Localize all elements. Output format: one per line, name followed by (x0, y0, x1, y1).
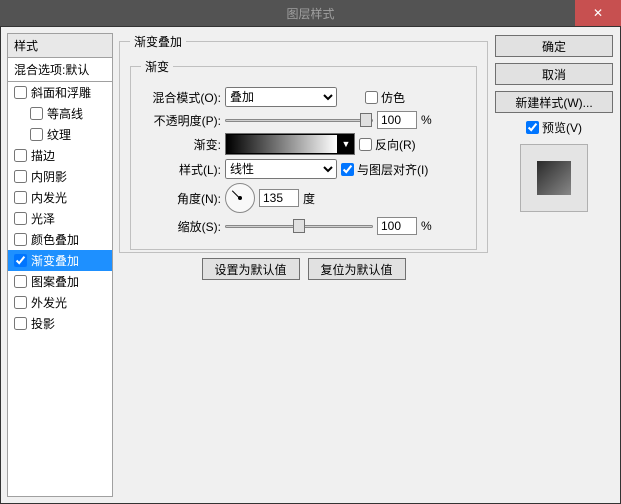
style-item-checkbox[interactable] (30, 128, 43, 141)
scale-label: 缩放(S): (141, 218, 221, 235)
scale-slider[interactable] (225, 225, 373, 228)
style-item-label: 图案叠加 (31, 273, 79, 290)
style-item-label: 斜面和浮雕 (31, 84, 91, 101)
style-item-checkbox[interactable] (14, 254, 27, 267)
styles-header[interactable]: 样式 (7, 33, 113, 58)
style-item-4[interactable]: 内阴影 (8, 166, 112, 187)
dither-checkbox[interactable]: 仿色 (365, 89, 405, 106)
blend-options-default[interactable]: 混合选项:默认 (7, 58, 113, 82)
opacity-slider[interactable] (225, 119, 373, 122)
style-select[interactable]: 线性 (225, 159, 337, 179)
style-item-label: 渐变叠加 (31, 252, 79, 269)
style-item-8[interactable]: 渐变叠加 (8, 250, 112, 271)
style-item-checkbox[interactable] (14, 170, 27, 183)
style-item-checkbox[interactable] (14, 149, 27, 162)
preview-box (520, 144, 588, 212)
angle-input[interactable] (259, 189, 299, 207)
cancel-button[interactable]: 取消 (495, 63, 613, 85)
preview-label: 预览(V) (542, 119, 582, 136)
close-icon: ✕ (593, 6, 603, 20)
close-button[interactable]: ✕ (575, 0, 621, 26)
percent-unit: % (421, 113, 432, 127)
style-item-5[interactable]: 内发光 (8, 187, 112, 208)
align-checkbox[interactable]: 与图层对齐(I) (341, 161, 428, 178)
dialog-body: 样式 混合选项:默认 斜面和浮雕等高线纹理描边内阴影内发光光泽颜色叠加渐变叠加图… (0, 26, 621, 504)
gradient-swatch (226, 134, 338, 154)
style-item-label: 外发光 (31, 294, 67, 311)
reset-default-button[interactable]: 复位为默认值 (308, 258, 406, 280)
style-item-label: 内发光 (31, 189, 67, 206)
style-item-7[interactable]: 颜色叠加 (8, 229, 112, 250)
preview-checkbox[interactable]: 预览(V) (526, 119, 582, 136)
style-item-checkbox[interactable] (14, 212, 27, 225)
style-item-label: 颜色叠加 (31, 231, 79, 248)
style-item-label: 光泽 (31, 210, 55, 227)
style-item-3[interactable]: 描边 (8, 145, 112, 166)
angle-unit: 度 (303, 190, 315, 207)
gradient-overlay-group: 渐变叠加 渐变 混合模式(O): 叠加 仿色 不透明度(P): % (119, 33, 488, 253)
settings-column: 渐变叠加 渐变 混合模式(O): 叠加 仿色 不透明度(P): % (119, 33, 488, 497)
chevron-down-icon: ▼ (338, 134, 354, 154)
styles-column: 样式 混合选项:默认 斜面和浮雕等高线纹理描边内阴影内发光光泽颜色叠加渐变叠加图… (7, 33, 113, 497)
dialog-title: 图层样式 (286, 5, 334, 22)
angle-dial[interactable] (225, 183, 255, 213)
style-label: 样式(L): (141, 161, 221, 178)
style-item-10[interactable]: 外发光 (8, 292, 112, 313)
align-label: 与图层对齐(I) (357, 161, 428, 178)
style-item-2[interactable]: 纹理 (8, 124, 112, 145)
preview-input[interactable] (526, 121, 539, 134)
style-item-checkbox[interactable] (14, 296, 27, 309)
blend-mode-label: 混合模式(O): (141, 89, 221, 106)
dither-input[interactable] (365, 91, 378, 104)
gradient-group: 渐变 混合模式(O): 叠加 仿色 不透明度(P): % (130, 58, 477, 250)
gradient-picker[interactable]: ▼ (225, 133, 355, 155)
preview-swatch (537, 161, 571, 195)
style-item-6[interactable]: 光泽 (8, 208, 112, 229)
style-item-label: 内阴影 (31, 168, 67, 185)
gradient-legend: 渐变 (141, 58, 173, 75)
style-item-checkbox[interactable] (30, 107, 43, 120)
style-item-checkbox[interactable] (14, 233, 27, 246)
group-legend: 渐变叠加 (130, 33, 186, 50)
style-item-label: 投影 (31, 315, 55, 332)
reverse-label: 反向(R) (375, 136, 416, 153)
ok-button[interactable]: 确定 (495, 35, 613, 57)
angle-label: 角度(N): (141, 190, 221, 207)
style-item-label: 等高线 (47, 105, 83, 122)
percent-unit-2: % (421, 219, 432, 233)
style-item-label: 纹理 (47, 126, 71, 143)
new-style-button[interactable]: 新建样式(W)... (495, 91, 613, 113)
align-input[interactable] (341, 163, 354, 176)
style-list: 斜面和浮雕等高线纹理描边内阴影内发光光泽颜色叠加渐变叠加图案叠加外发光投影 (7, 82, 113, 497)
reverse-checkbox[interactable]: 反向(R) (359, 136, 416, 153)
style-item-label: 描边 (31, 147, 55, 164)
style-item-checkbox[interactable] (14, 191, 27, 204)
blend-mode-select[interactable]: 叠加 (225, 87, 337, 107)
opacity-input[interactable] (377, 111, 417, 129)
scale-input[interactable] (377, 217, 417, 235)
style-item-0[interactable]: 斜面和浮雕 (8, 82, 112, 103)
style-item-checkbox[interactable] (14, 317, 27, 330)
gradient-label: 渐变: (141, 136, 221, 153)
opacity-label: 不透明度(P): (141, 112, 221, 129)
style-item-9[interactable]: 图案叠加 (8, 271, 112, 292)
reverse-input[interactable] (359, 138, 372, 151)
set-default-button[interactable]: 设置为默认值 (202, 258, 300, 280)
style-item-11[interactable]: 投影 (8, 313, 112, 334)
style-item-checkbox[interactable] (14, 86, 27, 99)
action-column: 确定 取消 新建样式(W)... 预览(V) (494, 33, 614, 497)
dither-label: 仿色 (381, 89, 405, 106)
titlebar: 图层样式 ✕ (0, 0, 621, 26)
style-item-checkbox[interactable] (14, 275, 27, 288)
style-item-1[interactable]: 等高线 (8, 103, 112, 124)
